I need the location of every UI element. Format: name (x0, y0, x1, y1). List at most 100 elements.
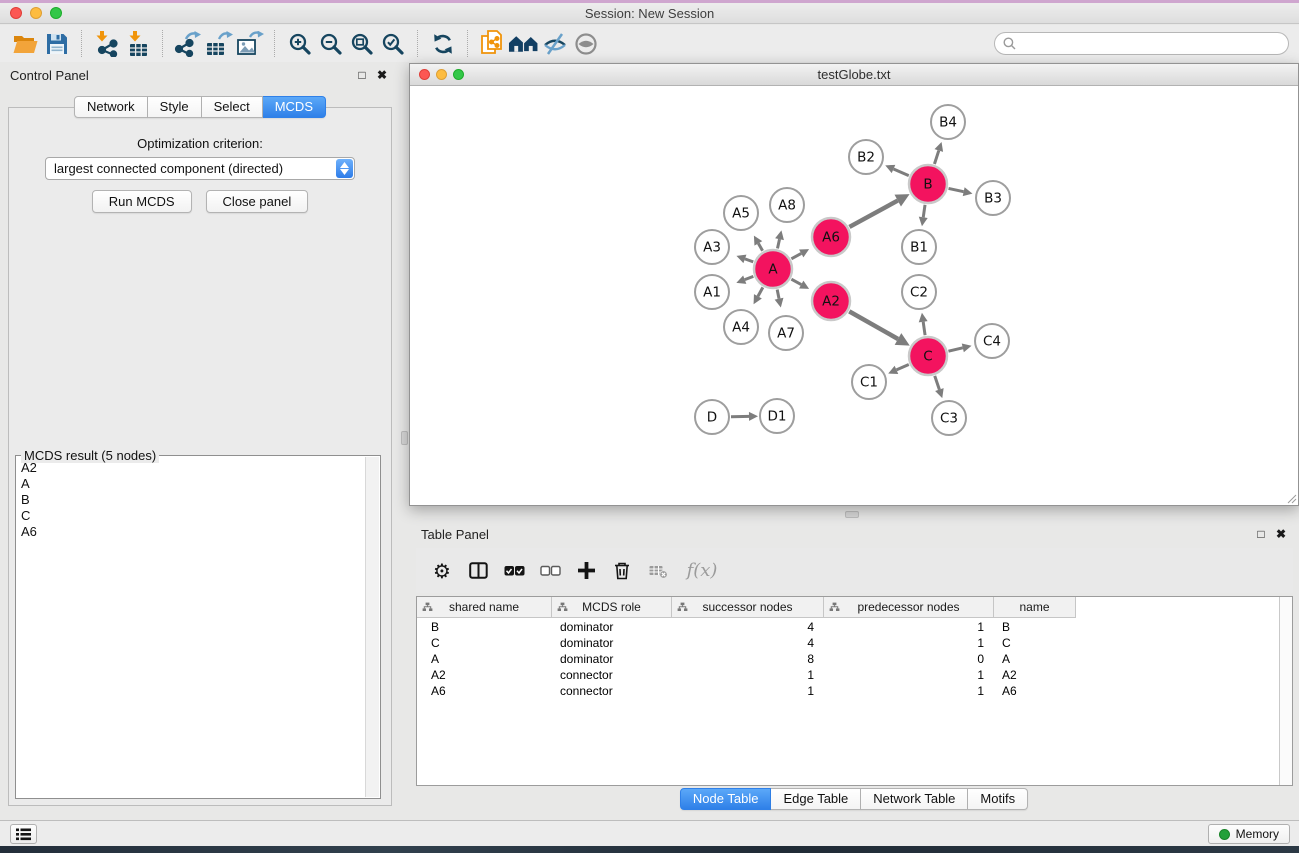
search-field[interactable] (994, 32, 1289, 55)
network-canvas[interactable]: B4B2BB3A8A5A6A3B1AA1C2A2A4A7C4CC1C3DD1 (410, 87, 1298, 505)
graph-node-B4[interactable]: B4 (931, 105, 965, 139)
mcds-result-item[interactable]: C (17, 508, 364, 524)
graph-edge-A2-C[interactable] (849, 311, 909, 345)
table-row[interactable]: Cdominator41C (417, 635, 1278, 651)
graph-edge-A-A1[interactable] (736, 275, 753, 283)
duplicate-network-button[interactable] (477, 28, 508, 60)
network-zoom-button[interactable] (453, 69, 464, 80)
table-cell[interactable]: dominator (552, 635, 672, 651)
table-cell[interactable]: C (417, 635, 552, 651)
table-cell[interactable]: A (417, 651, 552, 667)
horizontal-splitter-handle[interactable] (845, 511, 859, 518)
minimize-window-button[interactable] (30, 7, 42, 19)
graph-node-D1[interactable]: D1 (760, 399, 794, 433)
column-header-predecessor-nodes[interactable]: predecessor nodes (824, 597, 994, 617)
save-session-button[interactable] (41, 28, 72, 60)
graph-edge-A-A5[interactable] (754, 236, 763, 251)
graph-edge-B-B3[interactable] (949, 187, 973, 196)
graph-node-A3[interactable]: A3 (695, 230, 729, 264)
graph-edge-A-A4[interactable] (754, 287, 763, 304)
column-header-shared-name[interactable]: shared name (417, 597, 552, 617)
tab-mcds[interactable]: MCDS (263, 96, 326, 118)
graph-node-A5[interactable]: A5 (724, 196, 758, 230)
zoom-selected-button[interactable] (377, 28, 408, 60)
graph-node-B[interactable]: B (909, 165, 947, 203)
table-scrollbar[interactable] (1279, 597, 1292, 785)
graph-edge-A-A3[interactable] (736, 255, 753, 263)
table-cell[interactable]: B (994, 619, 1076, 635)
table-cell[interactable]: C (994, 635, 1076, 651)
tab-motifs[interactable]: Motifs (968, 788, 1028, 810)
table-cell[interactable]: A2 (417, 667, 552, 683)
graph-node-D[interactable]: D (695, 400, 729, 434)
export-table-button[interactable] (203, 28, 234, 60)
table-cell[interactable]: 1 (672, 667, 824, 683)
tab-network-table[interactable]: Network Table (861, 788, 968, 810)
zoom-out-button[interactable] (315, 28, 346, 60)
close-panel-button[interactable]: ✖ (374, 67, 390, 83)
home-button[interactable] (508, 28, 539, 60)
graph-edge-C-C4[interactable] (948, 343, 971, 352)
table-cell[interactable]: dominator (552, 651, 672, 667)
graph-edge-A-A7[interactable] (775, 290, 784, 308)
horizontal-splitter[interactable] (409, 507, 1299, 521)
table-cell[interactable]: connector (552, 683, 672, 699)
graph-node-A4[interactable]: A4 (724, 310, 758, 344)
table-cell[interactable]: 4 (672, 619, 824, 635)
table-cell[interactable]: A (994, 651, 1076, 667)
close-panel-button-mcds[interactable]: Close panel (206, 190, 309, 213)
show-hide-graphics-button[interactable] (539, 28, 570, 60)
mcds-result-item[interactable]: A6 (17, 524, 364, 540)
memory-button[interactable]: Memory (1208, 824, 1290, 844)
graph-edge-B-B2[interactable] (885, 165, 908, 176)
graph-edge-C-C3[interactable] (935, 376, 944, 398)
graph-node-A[interactable]: A (754, 250, 792, 288)
table-cell[interactable]: 8 (672, 651, 824, 667)
tab-network[interactable]: Network (74, 96, 148, 118)
float-panel-button[interactable]: □ (354, 67, 370, 83)
close-table-panel-button[interactable]: ✖ (1273, 526, 1289, 542)
table-row[interactable]: A6connector11A6 (417, 683, 1278, 699)
table-cell[interactable]: 1 (824, 635, 994, 651)
table-cell[interactable]: 1 (672, 683, 824, 699)
graph-edge-B-B4[interactable] (934, 142, 943, 164)
criterion-select[interactable]: largest connected component (directed) (45, 157, 355, 180)
mcds-result-item[interactable]: A2 (17, 460, 364, 476)
graph-edge-A-A6[interactable] (791, 249, 809, 259)
network-graph[interactable]: B4B2BB3A8A5A6A3B1AA1C2A2A4A7C4CC1C3DD1 (410, 87, 1298, 505)
graph-node-B2[interactable]: B2 (849, 140, 883, 174)
refresh-button[interactable] (427, 28, 458, 60)
table-cell[interactable]: A6 (417, 683, 552, 699)
graph-edge-C-C1[interactable] (888, 364, 909, 374)
column-header-name[interactable]: name (994, 597, 1076, 617)
delete-column-button[interactable] (608, 557, 636, 585)
search-input[interactable] (1021, 36, 1271, 51)
zoom-in-button[interactable] (284, 28, 315, 60)
zoom-window-button[interactable] (50, 7, 62, 19)
table-cell[interactable]: 1 (824, 683, 994, 699)
resize-grip-icon[interactable] (1286, 493, 1297, 504)
tab-select[interactable]: Select (202, 96, 263, 118)
graph-node-B3[interactable]: B3 (976, 181, 1010, 215)
graph-node-C1[interactable]: C1 (852, 365, 886, 399)
graph-node-A8[interactable]: A8 (770, 188, 804, 222)
show-columns-button[interactable] (464, 557, 492, 585)
vertical-splitter[interactable] (400, 62, 409, 820)
export-image-button[interactable] (234, 28, 265, 60)
select-all-button[interactable] (500, 557, 528, 585)
task-history-button[interactable] (10, 824, 37, 844)
table-cell[interactable]: 0 (824, 651, 994, 667)
table-settings-button[interactable]: ⚙ (428, 557, 456, 585)
graph-node-C2[interactable]: C2 (902, 275, 936, 309)
graph-node-A7[interactable]: A7 (769, 316, 803, 350)
graph-edge-A-A2[interactable] (791, 279, 809, 289)
table-cell[interactable]: A6 (994, 683, 1076, 699)
graph-node-C[interactable]: C (909, 337, 947, 375)
zoom-fit-button[interactable] (346, 28, 377, 60)
graph-node-C3[interactable]: C3 (932, 401, 966, 435)
graph-edge-B-B1[interactable] (919, 205, 928, 226)
import-network-button[interactable] (91, 28, 122, 60)
graph-node-B1[interactable]: B1 (902, 230, 936, 264)
graph-node-C4[interactable]: C4 (975, 324, 1009, 358)
table-cell[interactable]: connector (552, 667, 672, 683)
